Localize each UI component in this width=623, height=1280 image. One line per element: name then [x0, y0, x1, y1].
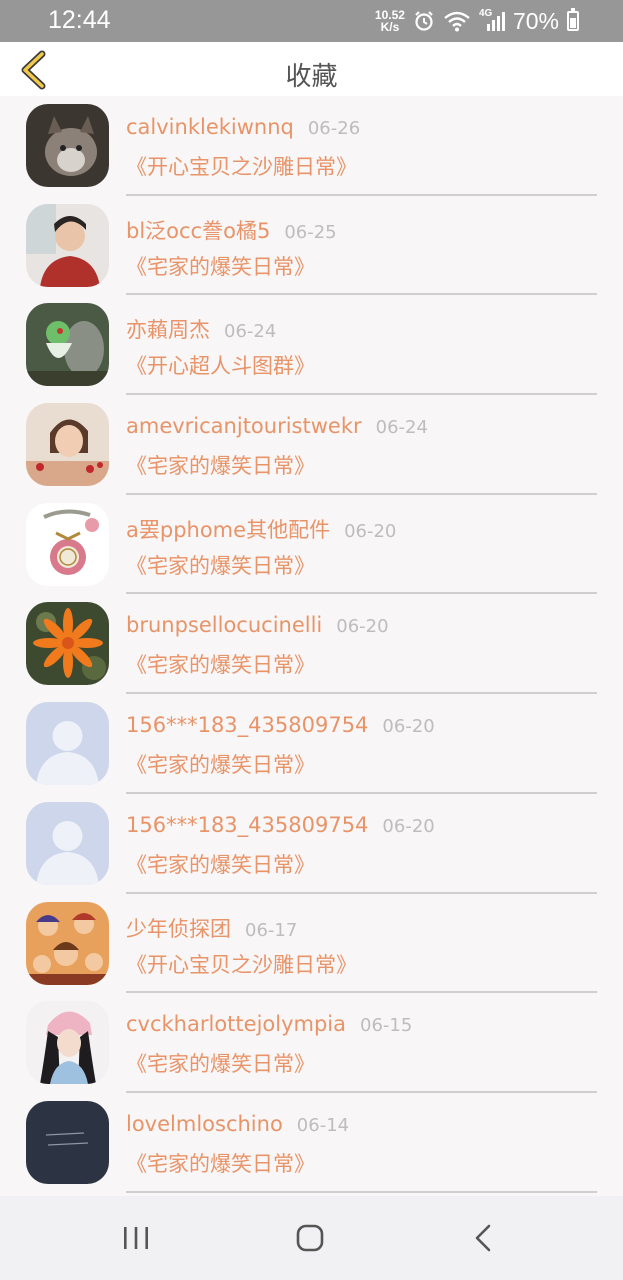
user-name[interactable]: cvckharlottejolympia — [126, 1012, 346, 1036]
item-info: amevricanjtouristwekr 06-24 《宅家的爆笑日常》 — [126, 395, 597, 495]
user-name[interactable]: a罢pphome其他配件 — [126, 518, 330, 542]
user-name[interactable]: 156***183_435809754 — [126, 713, 368, 737]
item-info: brunpsellocucinelli 06-20 《宅家的爆笑日常》 — [126, 594, 597, 695]
speed-unit: K/s — [380, 20, 400, 34]
signal-icon — [486, 12, 505, 31]
group-name[interactable]: 《宅家的爆笑日常》 — [126, 649, 315, 679]
alarm-icon — [415, 11, 433, 31]
item-info: 156***183_435809754 06-20 《宅家的爆笑日常》 — [126, 694, 597, 794]
group-name[interactable]: 《宅家的爆笑日常》 — [126, 1048, 315, 1078]
app-header: 收藏 — [0, 42, 623, 96]
status-bar: 12:44 10.52 K/s 4G 70% — [0, 0, 623, 42]
group-name[interactable]: 《宅家的爆笑日常》 — [126, 450, 315, 480]
list-item[interactable]: a罢pphome其他配件 06-20 《宅家的爆笑日常》 — [0, 495, 623, 595]
avatar[interactable] — [26, 1001, 109, 1085]
wifi-icon — [444, 11, 470, 32]
list-item[interactable]: calvinklekiwnnq 06-26 《开心宝贝之沙雕日常》 — [0, 96, 623, 196]
item-info: 少年侦探团 06-17 《开心宝贝之沙雕日常》 — [126, 894, 597, 994]
item-date: 06-14 — [296, 1114, 350, 1136]
group-name[interactable]: 《宅家的爆笑日常》 — [126, 1148, 315, 1178]
item-date: 06-20 — [336, 616, 389, 638]
battery-icon — [567, 8, 579, 31]
recents-icon[interactable] — [116, 1218, 156, 1258]
group-name[interactable]: 《开心超人斗图群》 — [126, 350, 315, 380]
group-name[interactable]: 《宅家的爆笑日常》 — [126, 550, 315, 580]
user-name[interactable]: calvinklekiwnnq — [126, 115, 294, 139]
item-date: 06-15 — [360, 1015, 413, 1037]
group-name[interactable]: 《开心宝贝之沙雕日常》 — [126, 949, 357, 979]
page-title: 收藏 — [285, 62, 338, 92]
user-name[interactable]: 156***183_435809754 — [126, 813, 368, 837]
avatar[interactable] — [26, 602, 109, 686]
avatar[interactable] — [26, 303, 109, 387]
status-time: 12:44 — [48, 6, 111, 34]
back-icon[interactable] — [464, 1218, 504, 1258]
list-item[interactable]: cvckharlottejolympia 06-15 《宅家的爆笑日常》 — [0, 993, 623, 1093]
item-info: 亦藾周杰 06-24 《开心超人斗图群》 — [126, 295, 597, 396]
user-name[interactable]: bl泛occ誊o橘5 — [126, 219, 270, 243]
avatar[interactable] — [26, 502, 109, 586]
avatar[interactable] — [26, 104, 109, 187]
user-name[interactable]: amevricanjtouristwekr — [126, 414, 362, 438]
item-date: 06-20 — [382, 716, 435, 738]
favorites-list: calvinklekiwnnq 06-26 《开心宝贝之沙雕日常》 bl泛occ誊… — [0, 96, 623, 1193]
group-name[interactable]: 《宅家的爆笑日常》 — [126, 849, 315, 879]
item-info: calvinklekiwnnq 06-26 《开心宝贝之沙雕日常》 — [126, 96, 597, 196]
avatar[interactable] — [26, 1100, 109, 1184]
group-name[interactable]: 《开心宝贝之沙雕日常》 — [126, 151, 357, 181]
item-date: 06-24 — [224, 321, 277, 343]
list-item[interactable]: 亦藾周杰 06-24 《开心超人斗图群》 — [0, 295, 623, 396]
system-nav-bar — [0, 1196, 623, 1280]
item-info: lovelmloschino 06-14 《宅家的爆笑日常》 — [126, 1093, 597, 1193]
user-name[interactable]: 亦藾周杰 — [126, 318, 210, 342]
list-item[interactable]: 156***183_435809754 06-20 《宅家的爆笑日常》 — [0, 694, 623, 794]
item-date: 06-17 — [245, 919, 298, 941]
item-date: 06-26 — [307, 118, 361, 139]
default-avatar[interactable] — [26, 702, 109, 786]
user-name[interactable]: 少年侦探团 — [126, 917, 231, 941]
list-item[interactable]: amevricanjtouristwekr 06-24 《宅家的爆笑日常》 — [0, 395, 623, 495]
status-icons: 10.52 K/s 4G 70% — [375, 7, 579, 35]
item-info: 156***183_435809754 06-20 《宅家的爆笑日常》 — [126, 794, 597, 894]
default-avatar[interactable] — [26, 801, 109, 885]
item-info: cvckharlottejolympia 06-15 《宅家的爆笑日常》 — [126, 993, 597, 1093]
list-item[interactable]: lovelmloschino 06-14 《宅家的爆笑日常》 — [0, 1093, 623, 1193]
list-item[interactable]: brunpsellocucinelli 06-20 《宅家的爆笑日常》 — [0, 594, 623, 695]
item-date: 06-24 — [375, 417, 428, 439]
battery-percent: 70% — [512, 7, 559, 34]
list-item[interactable]: 少年侦探团 06-17 《开心宝贝之沙雕日常》 — [0, 894, 623, 994]
group-name[interactable]: 《宅家的爆笑日常》 — [126, 749, 315, 779]
user-name[interactable]: lovelmloschino — [126, 1112, 283, 1136]
avatar[interactable] — [26, 403, 109, 487]
avatar[interactable] — [26, 203, 109, 287]
avatar[interactable] — [26, 901, 109, 985]
list-item[interactable]: bl泛occ誊o橘5 06-25 《宅家的爆笑日常》 — [0, 196, 623, 296]
cell-signal: 4G — [479, 8, 505, 32]
item-date: 06-20 — [344, 520, 397, 542]
home-icon[interactable] — [290, 1218, 330, 1258]
item-date: 06-20 — [382, 815, 435, 837]
list-item[interactable]: 156***183_435809754 06-20 《宅家的爆笑日常》 — [0, 794, 623, 894]
item-info: a罢pphome其他配件 06-20 《宅家的爆笑日常》 — [126, 495, 597, 595]
item-date: 06-25 — [284, 221, 337, 243]
network-speed: 10.52 K/s — [375, 9, 405, 33]
user-name[interactable]: brunpsellocucinelli — [126, 613, 322, 637]
item-info: bl泛occ誊o橘5 06-25 《宅家的爆笑日常》 — [126, 196, 597, 296]
group-name[interactable]: 《宅家的爆笑日常》 — [126, 251, 315, 281]
